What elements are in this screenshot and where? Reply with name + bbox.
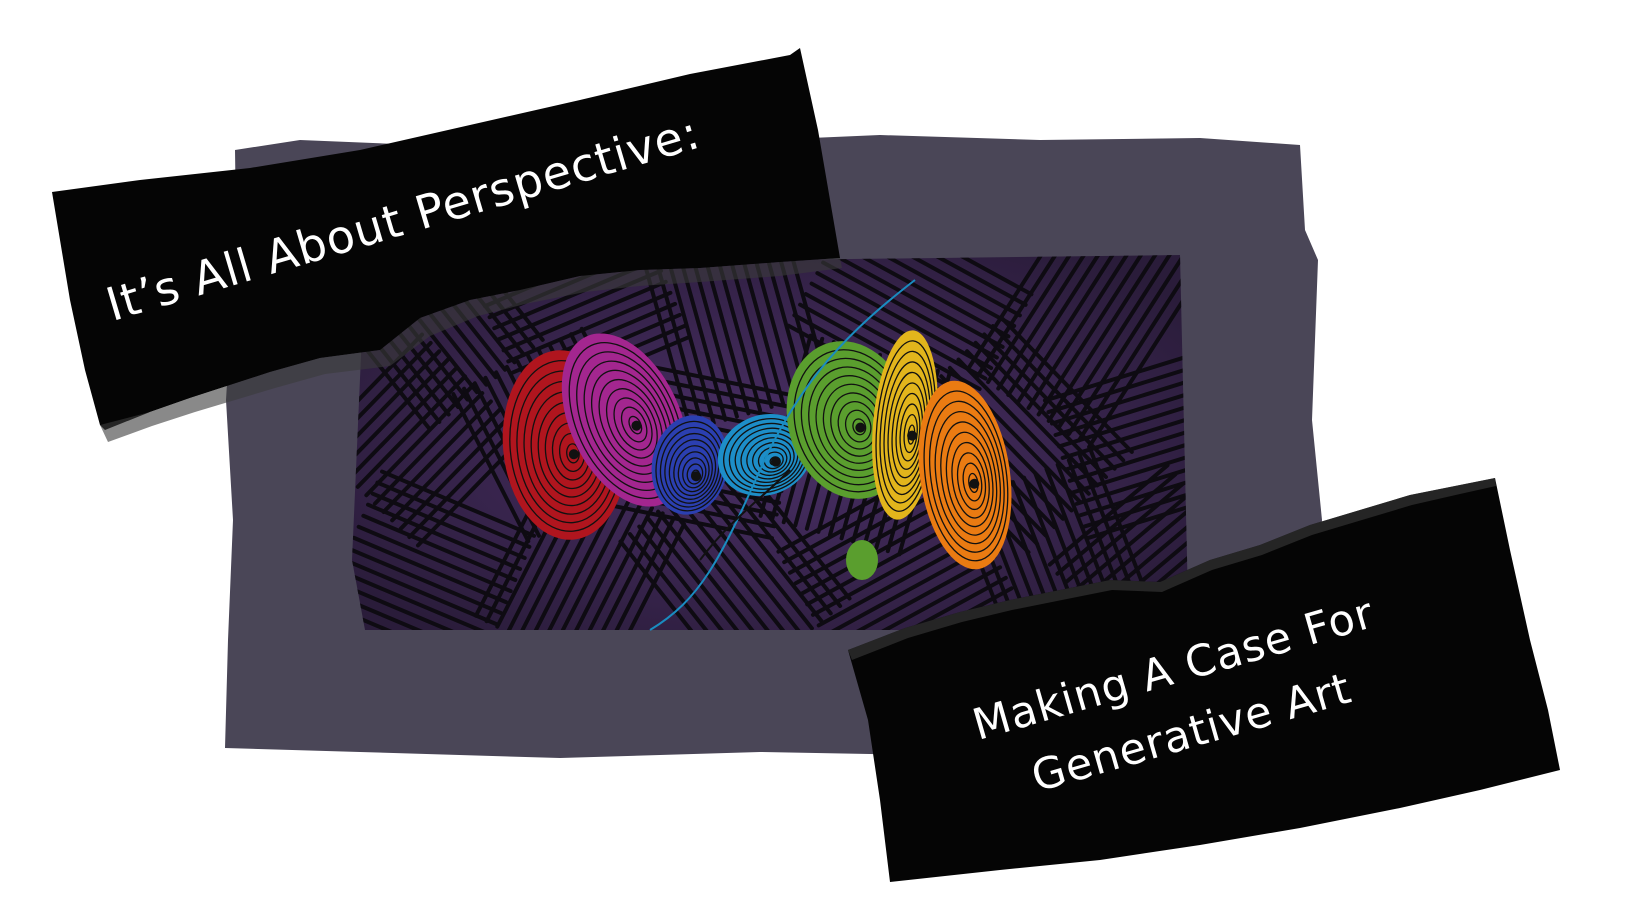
green-drop (846, 540, 878, 580)
poster: It’s All About Perspective: Making A Cas… (0, 0, 1640, 924)
collage-artwork (52, 48, 1560, 882)
